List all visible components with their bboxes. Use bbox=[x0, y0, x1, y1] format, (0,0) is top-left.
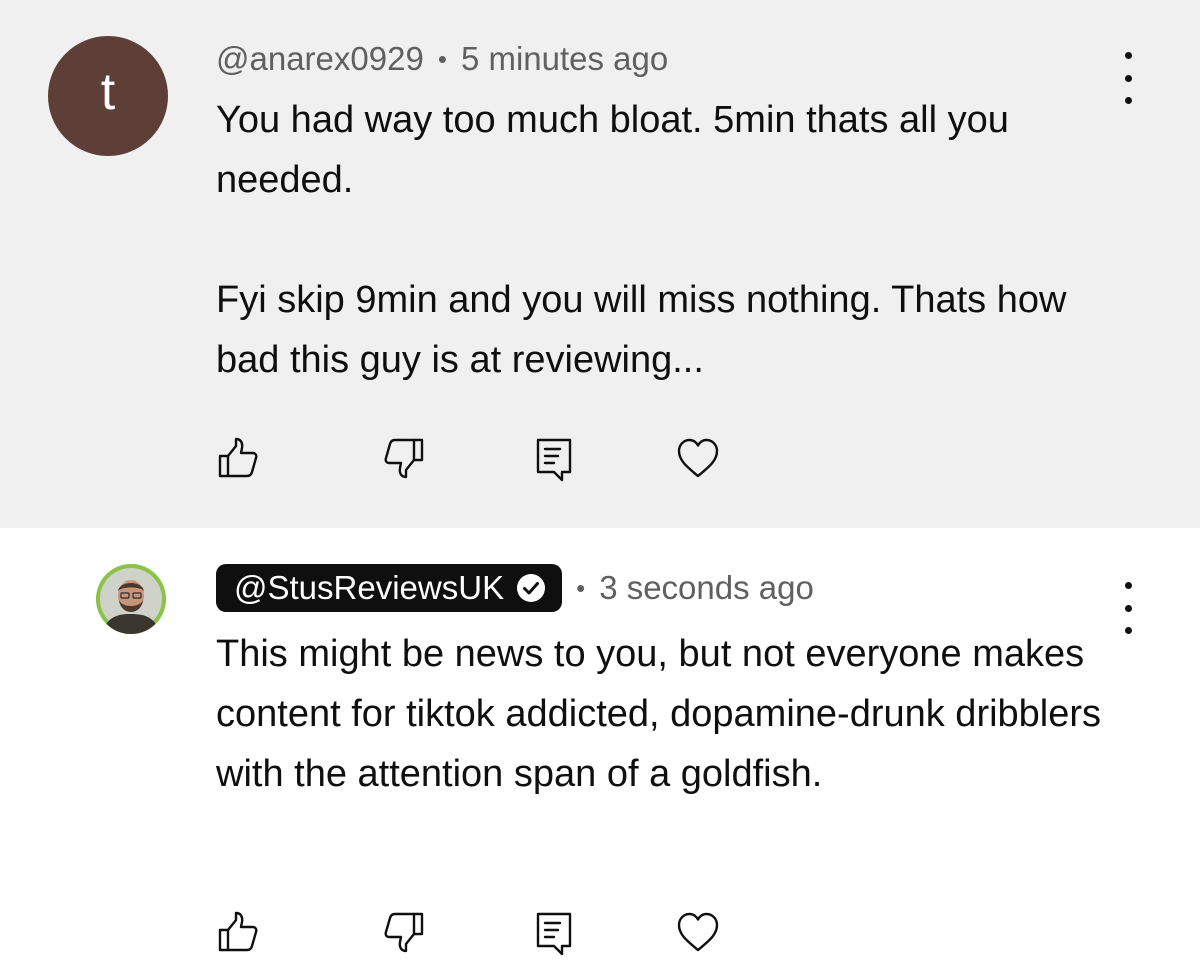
dislike-button[interactable] bbox=[380, 908, 428, 956]
username[interactable]: @anarex0929 bbox=[216, 40, 424, 78]
verified-check-icon bbox=[517, 574, 546, 602]
comment-reply: @StusReviewsUK • 3 seconds ago This migh… bbox=[0, 528, 1200, 976]
more-vertical-icon[interactable] bbox=[1116, 582, 1140, 634]
heart-button[interactable] bbox=[674, 908, 722, 956]
avatar[interactable] bbox=[96, 564, 166, 634]
timestamp: 3 seconds ago bbox=[599, 569, 814, 606]
comment-meta: @StusReviewsUK • 3 seconds ago bbox=[216, 564, 814, 612]
dislike-button[interactable] bbox=[380, 434, 428, 482]
heart-button[interactable] bbox=[674, 434, 722, 482]
more-vertical-icon[interactable] bbox=[1116, 52, 1140, 104]
username: @StusReviewsUK bbox=[234, 569, 505, 606]
comment-paragraph: This might be news to you, but not every… bbox=[216, 633, 1102, 795]
heart-icon bbox=[677, 438, 719, 478]
comment-highlighted: t @anarex0929 • 5 minutes ago You had wa… bbox=[0, 0, 1200, 528]
comment-text: You had way too much bloat. 5min thats a… bbox=[216, 90, 1116, 390]
avatar[interactable]: t bbox=[48, 36, 168, 156]
reply-icon bbox=[536, 912, 572, 956]
comment-text: This might be news to you, but not every… bbox=[216, 624, 1116, 804]
reply-icon bbox=[536, 438, 572, 482]
comment-paragraph: Fyi skip 9min and you will miss nothing.… bbox=[216, 279, 1067, 381]
thumbs-down-icon bbox=[384, 438, 424, 479]
creator-badge[interactable]: @StusReviewsUK bbox=[216, 564, 563, 612]
reply-button[interactable] bbox=[530, 434, 578, 482]
like-button[interactable] bbox=[214, 434, 262, 482]
meta-separator: • bbox=[576, 572, 586, 603]
meta-separator: • bbox=[437, 43, 447, 74]
avatar-photo-icon bbox=[96, 564, 166, 634]
like-button[interactable] bbox=[214, 908, 262, 956]
heart-icon bbox=[677, 912, 719, 952]
comment-meta: @anarex0929 • 5 minutes ago bbox=[216, 40, 668, 78]
thumbs-up-icon bbox=[218, 437, 258, 478]
thumbs-up-icon bbox=[218, 911, 258, 952]
timestamp: 5 minutes ago bbox=[460, 40, 669, 77]
comment-paragraph: You had way too much bloat. 5min thats a… bbox=[216, 99, 1009, 201]
thumbs-down-icon bbox=[384, 912, 424, 953]
reply-button[interactable] bbox=[530, 908, 578, 956]
